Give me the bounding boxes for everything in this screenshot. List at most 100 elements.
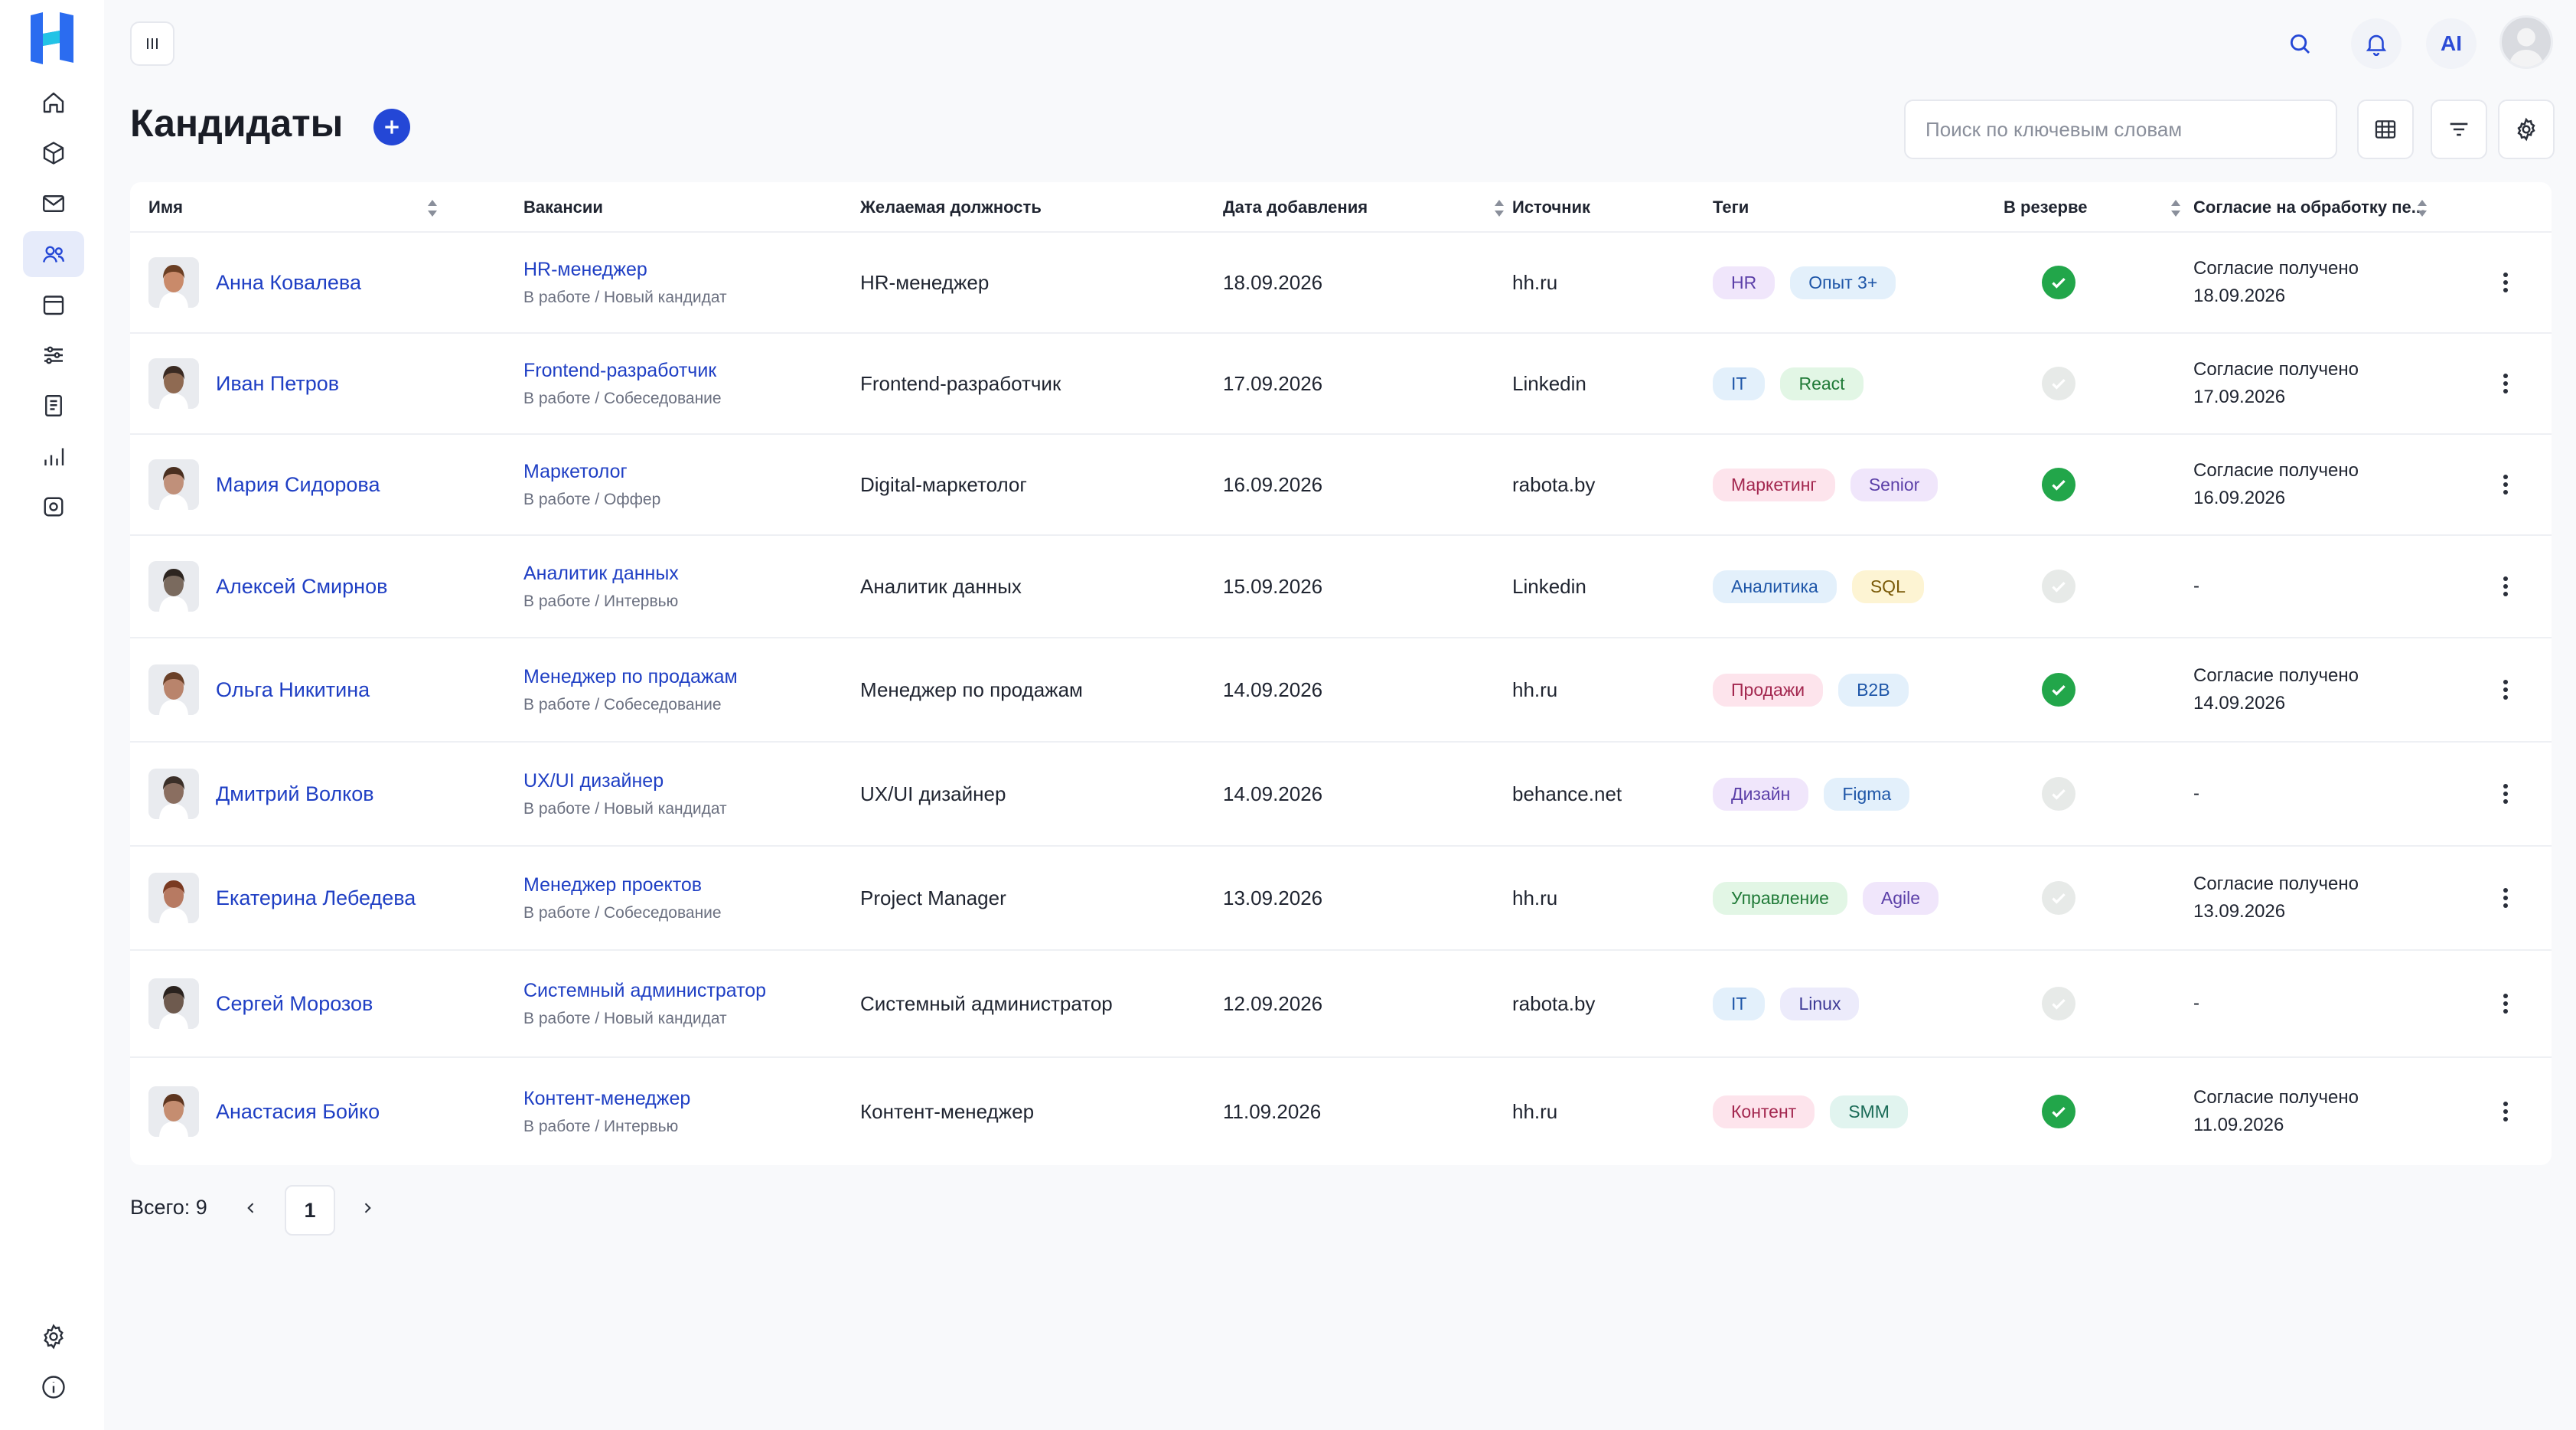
reserve-check-icon[interactable]	[2042, 777, 2075, 811]
table-row[interactable]: Алексей Смирнов Аналитик данных В работе…	[130, 536, 2552, 638]
app-logo[interactable]	[26, 11, 78, 66]
row-actions-button[interactable]	[2503, 334, 2518, 433]
sidebar-item-users[interactable]	[23, 231, 84, 277]
calendar-icon	[43, 295, 64, 315]
reserve-check-icon[interactable]	[2042, 673, 2075, 707]
more-vertical-icon	[2503, 888, 2508, 908]
column-header-vacancies[interactable]: Вакансии	[523, 182, 603, 233]
row-actions-button[interactable]	[2503, 233, 2518, 332]
column-header-tags[interactable]: Теги	[1713, 182, 1749, 233]
row-actions-button[interactable]	[2503, 743, 2518, 845]
sidebar-item-home[interactable]	[23, 80, 84, 126]
sidebar-item-mail[interactable]	[23, 181, 84, 227]
sidebar-item-cog[interactable]	[23, 484, 84, 530]
vacancy-link[interactable]: HR-менеджер	[523, 259, 647, 281]
consent-status: Согласие получено	[2193, 665, 2359, 686]
filter-button[interactable]	[2431, 100, 2487, 159]
info-nav[interactable]	[23, 1364, 84, 1410]
desired-position: Аналитик данных	[860, 574, 1022, 598]
sidebar-item-bar-chart[interactable]	[23, 433, 84, 479]
column-header-position[interactable]: Желаемая должность	[860, 182, 1042, 233]
cog-icon	[44, 497, 64, 517]
consent-status: -	[2193, 993, 2199, 1014]
page-1-button[interactable]: 1	[285, 1185, 335, 1236]
row-actions-button[interactable]	[2503, 435, 2518, 534]
vacancy-link[interactable]: Системный администратор	[523, 980, 766, 1002]
sort-icon[interactable]	[426, 198, 439, 219]
vacancy-status: В работе / Новый кандидат	[523, 288, 727, 306]
candidate-name-link[interactable]: Дмитрий Волков	[216, 782, 374, 806]
candidate-name-link[interactable]: Анна Ковалева	[216, 271, 361, 295]
keyword-search-input[interactable]	[1925, 117, 2316, 142]
candidate-name-link[interactable]: Ольга Никитина	[216, 678, 370, 702]
column-header-source[interactable]: Источник	[1512, 182, 1590, 233]
table-row[interactable]: Екатерина Лебедева Менеджер проектов В р…	[130, 847, 2552, 951]
vacancy-link[interactable]: Менеджер проектов	[523, 874, 702, 896]
table-row[interactable]: Анастасия Бойко Контент-менеджер В работ…	[130, 1058, 2552, 1165]
vacancy-link[interactable]: Маркетолог	[523, 461, 628, 483]
next-page-button[interactable]	[352, 1191, 383, 1225]
reserve-check-icon[interactable]	[2042, 266, 2075, 299]
sort-icon[interactable]	[1492, 198, 1506, 219]
search-button[interactable]	[2274, 18, 2325, 69]
candidate-name-link[interactable]: Анастасия Бойко	[216, 1100, 380, 1124]
candidate-name-link[interactable]: Алексей Смирнов	[216, 575, 387, 599]
table-row[interactable]: Сергей Морозов Системный администратор В…	[130, 951, 2552, 1058]
sidebar-item-document[interactable]	[23, 383, 84, 429]
columns-settings-button[interactable]	[2498, 100, 2555, 159]
vacancy-link[interactable]: Frontend-разработчик	[523, 360, 716, 382]
sort-icon[interactable]	[2415, 198, 2429, 219]
more-vertical-icon	[2503, 994, 2508, 1014]
row-actions-button[interactable]	[2503, 951, 2518, 1056]
candidate-name-link[interactable]: Иван Петров	[216, 372, 339, 396]
reserve-check-icon[interactable]	[2042, 1095, 2075, 1128]
candidate-name-link[interactable]: Сергей Морозов	[216, 992, 373, 1016]
sidebar-item-cube[interactable]	[23, 130, 84, 176]
notifications-button[interactable]	[2351, 18, 2402, 69]
reserve-check-icon[interactable]	[2042, 468, 2075, 501]
source: hh.ru	[1512, 677, 1558, 701]
document-icon	[45, 395, 62, 416]
more-vertical-icon	[2503, 576, 2508, 596]
candidate-avatar	[148, 1086, 199, 1137]
table-row[interactable]: Мария Сидорова Маркетолог В работе / Офф…	[130, 435, 2552, 536]
add-candidate-button[interactable]	[373, 109, 410, 145]
vacancy-link[interactable]: Контент-менеджер	[523, 1088, 690, 1110]
table-row[interactable]: Анна Ковалева HR-менеджер В работе / Нов…	[130, 233, 2552, 334]
vacancy-link[interactable]: Менеджер по продажам	[523, 666, 738, 688]
sidebar-item-sliders[interactable]	[23, 332, 84, 378]
row-actions-button[interactable]	[2503, 536, 2518, 637]
date-added: 14.09.2026	[1223, 782, 1323, 805]
column-header-consent[interactable]: Согласие на обработку пе...	[2193, 182, 2425, 233]
row-actions-button[interactable]	[2503, 638, 2518, 741]
table-row[interactable]: Ольга Никитина Менеджер по продажам В ра…	[130, 638, 2552, 743]
menu-toggle-button[interactable]	[130, 21, 174, 66]
vacancy-link[interactable]: UX/UI дизайнер	[523, 770, 664, 792]
column-header-date[interactable]: Дата добавления	[1223, 182, 1368, 233]
table-view-button[interactable]	[2357, 100, 2414, 159]
column-header-name[interactable]: Имя	[148, 182, 183, 233]
table-row[interactable]: Иван Петров Frontend-разработчик В работ…	[130, 334, 2552, 435]
settings-nav[interactable]	[23, 1314, 84, 1360]
row-actions-button[interactable]	[2503, 847, 2518, 949]
column-header-reserve[interactable]: В резерве	[2004, 182, 2087, 233]
sort-icon[interactable]	[2169, 198, 2183, 219]
prev-page-button[interactable]	[236, 1191, 266, 1225]
reserve-check-icon[interactable]	[2042, 987, 2075, 1020]
sidebar-item-calendar[interactable]	[23, 282, 84, 328]
reserve-check-icon[interactable]	[2042, 367, 2075, 400]
candidate-name-link[interactable]: Екатерина Лебедева	[216, 886, 416, 910]
date-added: 18.09.2026	[1223, 270, 1323, 294]
candidate-name-link[interactable]: Мария Сидорова	[216, 473, 380, 497]
vacancy-link[interactable]: Аналитик данных	[523, 563, 679, 585]
candidate-avatar	[148, 873, 199, 923]
main-content: AI Кандидаты Имя Вакансии Желаемая должн…	[104, 0, 2576, 1430]
reserve-check-icon[interactable]	[2042, 881, 2075, 915]
table-row[interactable]: Дмитрий Волков UX/UI дизайнер В работе /…	[130, 743, 2552, 847]
reserve-check-icon[interactable]	[2042, 570, 2075, 603]
candidates-table: Имя Вакансии Желаемая должность Дата доб…	[130, 182, 2552, 1165]
user-avatar[interactable]	[2499, 15, 2553, 69]
vacancy-status: В работе / Оффер	[523, 490, 661, 508]
row-actions-button[interactable]	[2503, 1058, 2518, 1165]
ai-assistant-button[interactable]: AI	[2426, 18, 2477, 69]
